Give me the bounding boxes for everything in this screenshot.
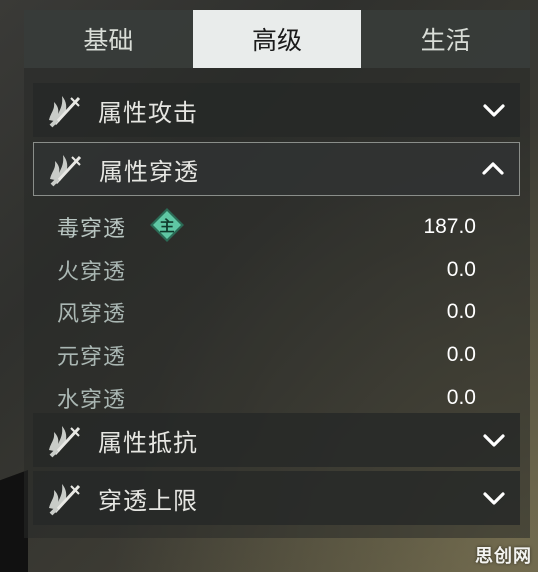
badge-label: 主 [159, 216, 175, 235]
tab-basic[interactable]: 基础 [24, 10, 193, 68]
chevron-up-icon[interactable] [481, 157, 505, 181]
stat-row-fire-penetration: 火穿透 0.0 [33, 250, 520, 290]
section-attribute-attack[interactable]: 属性攻击 [33, 83, 520, 137]
tab-advanced[interactable]: 高级 [192, 10, 362, 68]
sword-flame-icon [49, 484, 81, 516]
stat-value: 0.0 [446, 258, 476, 281]
tab-bar: 基础 高级 生活 [24, 10, 531, 68]
section-label: 属性抵抗 [98, 428, 198, 457]
section-attribute-penetration[interactable]: 属性穿透 [33, 142, 520, 196]
section-penetration-cap[interactable]: 穿透上限 [33, 471, 520, 525]
sword-flame-icon [49, 96, 81, 128]
section-label: 穿透上限 [98, 486, 198, 515]
stat-row-wind-penetration: 风穿透 0.0 [33, 292, 520, 332]
stat-name: 水穿透 [57, 388, 127, 413]
chevron-down-icon[interactable] [482, 428, 506, 452]
section-label: 属性攻击 [98, 98, 198, 127]
stat-row-water-penetration: 水穿透 0.0 [33, 378, 520, 418]
sword-flame-icon [49, 426, 81, 458]
stat-value: 0.0 [446, 300, 476, 323]
stat-value: 187.0 [423, 215, 476, 238]
stat-row-poison-penetration: 毒穿透 主 187.0 [33, 207, 520, 247]
section-label: 属性穿透 [99, 157, 199, 186]
stat-name: 风穿透 [57, 302, 127, 327]
stat-name: 元穿透 [57, 345, 127, 370]
sword-flame-icon [50, 155, 82, 187]
chevron-down-icon[interactable] [482, 486, 506, 510]
stat-row-element-penetration: 元穿透 0.0 [33, 335, 520, 375]
tab-life[interactable]: 生活 [361, 10, 531, 68]
stat-value: 0.0 [446, 386, 476, 409]
main-stat-badge: 主 [149, 207, 185, 243]
section-attribute-resistance[interactable]: 属性抵抗 [33, 413, 520, 467]
stat-name: 毒穿透 [57, 217, 127, 242]
stat-value: 0.0 [446, 343, 476, 366]
chevron-down-icon[interactable] [482, 98, 506, 122]
stat-name: 火穿透 [57, 260, 127, 285]
watermark: 思创网 [475, 546, 532, 567]
